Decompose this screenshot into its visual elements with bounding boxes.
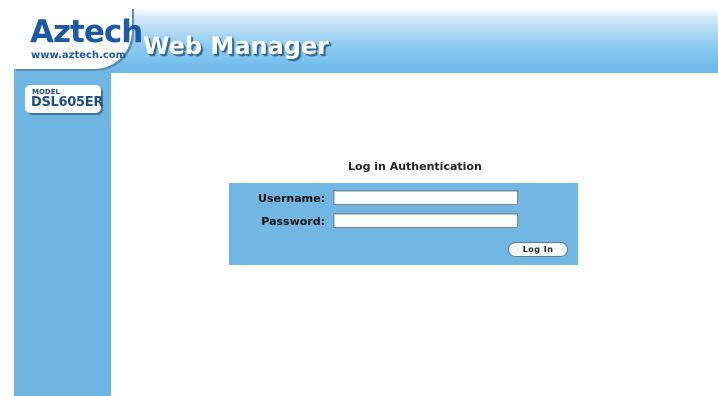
password-input[interactable] xyxy=(333,213,518,228)
logo-panel: Aztech www.aztech.com xyxy=(14,7,143,69)
logo-url: www.aztech.com xyxy=(31,50,127,61)
login-box: Username: Password: Log In xyxy=(229,183,578,265)
model-name: DSL605ER xyxy=(31,95,104,110)
aztech-logo: Aztech xyxy=(30,14,143,50)
username-label: Username: xyxy=(258,192,325,205)
username-input[interactable] xyxy=(333,190,518,205)
login-button[interactable]: Log In xyxy=(508,242,568,257)
app-title: Web Manager xyxy=(143,32,330,60)
password-label: Password: xyxy=(261,215,325,228)
model-badge: MODEL DSL605ER xyxy=(25,85,104,113)
login-title: Log in Authentication xyxy=(348,160,482,173)
